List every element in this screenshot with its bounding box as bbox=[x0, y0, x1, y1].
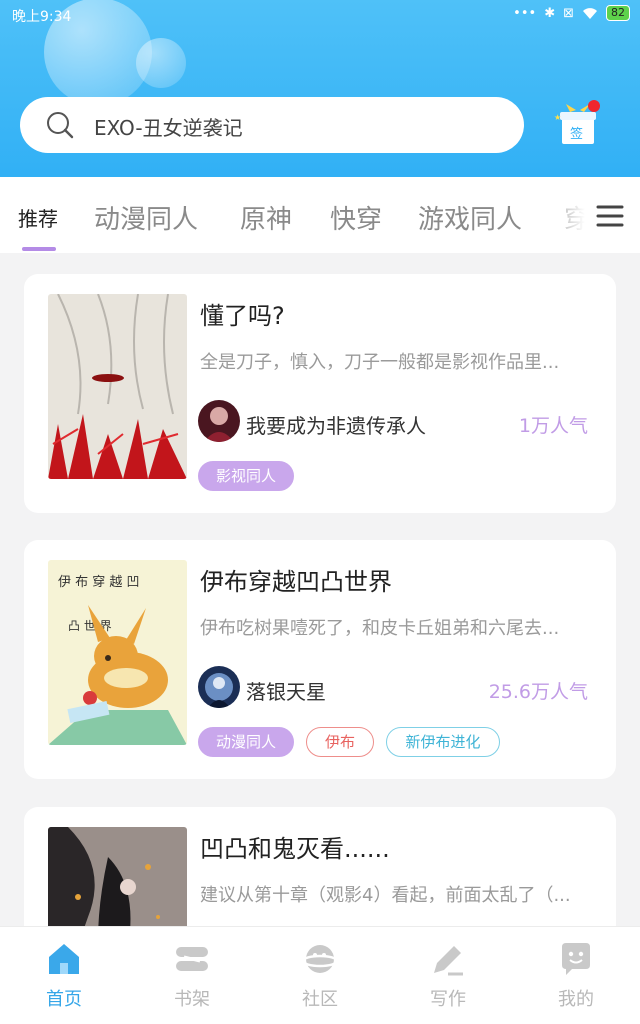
tag-chip[interactable]: 新伊布进化 bbox=[386, 727, 500, 757]
bottom-nav: 首页 书架 社区 写作 我的 bbox=[0, 926, 640, 1024]
tag-chip[interactable]: 影视同人 bbox=[198, 461, 294, 491]
pen-icon bbox=[434, 946, 463, 976]
popularity-count: 1万人气 bbox=[518, 415, 588, 437]
nav-profile[interactable]: 我的 bbox=[512, 927, 640, 1024]
bookshelf-icon bbox=[176, 947, 208, 971]
checkin-label: 签 bbox=[570, 126, 583, 142]
search-bar[interactable]: EXO-丑女逆袭记 bbox=[20, 97, 524, 153]
avatar[interactable] bbox=[198, 400, 240, 442]
book-title[interactable]: 伊布穿越凹凸世界 bbox=[200, 562, 392, 597]
book-cover[interactable]: 伊 布 穿 越 凹 凸 世 界 bbox=[48, 560, 187, 745]
author-name[interactable]: 落银天星 bbox=[246, 676, 326, 705]
nav-write[interactable]: 写作 bbox=[384, 927, 512, 1024]
tab-game-fanfic[interactable]: 游戏同人 bbox=[418, 199, 522, 236]
book-title[interactable]: 凹凸和鬼灭看...... bbox=[200, 829, 390, 864]
search-icon bbox=[47, 112, 74, 139]
category-tabs: 推荐 动漫同人 原神 快穿 游戏同人 穿越 bbox=[0, 177, 640, 253]
nav-label: 社区 bbox=[302, 989, 338, 1010]
menu-icon[interactable] bbox=[594, 201, 626, 231]
checkin-gift-button[interactable]: ★ 签 bbox=[552, 98, 604, 150]
gift-icon: ★ 签 bbox=[554, 100, 600, 144]
nav-bookshelf[interactable]: 书架 bbox=[128, 927, 256, 1024]
nav-label: 书架 bbox=[174, 989, 210, 1010]
decor-bubble bbox=[136, 38, 186, 88]
tab-genshin[interactable]: 原神 bbox=[240, 199, 292, 236]
nav-home[interactable]: 首页 bbox=[0, 927, 128, 1024]
tab-anime-fanfic[interactable]: 动漫同人 bbox=[94, 199, 198, 236]
avatar[interactable] bbox=[198, 666, 240, 708]
status-bar: 晚上9:34 ••• ✱ ⊠ 82 bbox=[0, 0, 640, 28]
planet-icon bbox=[302, 945, 338, 973]
tab-quick-transmigration[interactable]: 快穿 bbox=[330, 199, 382, 236]
book-card[interactable]: 懂了吗? 全是刀子，慎入，刀子一般都是影视作品里... 我要成为非遗传承人 1万… bbox=[24, 274, 616, 513]
battery-badge: 82 bbox=[606, 5, 630, 21]
book-description: 伊布吃树果噎死了，和皮卡丘姐弟和六尾去... bbox=[200, 618, 560, 639]
sim-icon: ⊠ bbox=[563, 5, 574, 21]
book-cover[interactable] bbox=[48, 294, 187, 479]
popularity-count: 25.6万人气 bbox=[488, 681, 588, 703]
nav-community[interactable]: 社区 bbox=[256, 927, 384, 1024]
status-icons: ••• ✱ ⊠ 82 bbox=[513, 5, 630, 21]
book-title[interactable]: 懂了吗? bbox=[200, 296, 285, 331]
tab-recommend[interactable]: 推荐 bbox=[18, 203, 58, 232]
status-time: 晚上9:34 bbox=[12, 9, 72, 25]
book-description: 建议从第十章（观影4）看起，前面太乱了（... bbox=[200, 885, 571, 906]
search-query: EXO-丑女逆袭记 bbox=[94, 116, 243, 140]
author-name[interactable]: 我要成为非遗传承人 bbox=[246, 410, 426, 439]
tag-chip[interactable]: 动漫同人 bbox=[198, 727, 294, 757]
tab-active-indicator bbox=[22, 247, 56, 251]
book-card[interactable]: 伊 布 穿 越 凹 凸 世 界 伊布穿越凹凸世界 伊布吃树果噎死了，和皮卡丘姐弟… bbox=[24, 540, 616, 779]
chat-face-icon bbox=[562, 943, 590, 975]
bluetooth-icon: ✱ bbox=[544, 5, 556, 21]
nav-label: 我的 bbox=[558, 989, 594, 1010]
nav-label: 写作 bbox=[430, 989, 466, 1010]
book-description: 全是刀子，慎入，刀子一般都是影视作品里... bbox=[200, 352, 560, 373]
wifi-icon bbox=[583, 7, 597, 19]
home-icon bbox=[49, 944, 79, 974]
cover-image bbox=[48, 294, 187, 479]
header: 晚上9:34 ••• ✱ ⊠ 82 EXO-丑女逆袭记 ★ 签 bbox=[0, 0, 640, 177]
nav-label: 首页 bbox=[46, 989, 82, 1010]
cover-image: 伊 布 穿 越 凹 凸 世 界 bbox=[48, 560, 187, 745]
tag-chip[interactable]: 伊布 bbox=[306, 727, 374, 757]
svg-text:★: ★ bbox=[554, 113, 561, 122]
dots-icon: ••• bbox=[513, 5, 537, 21]
svg-text:伊 布 穿 越 凹: 伊 布 穿 越 凹 bbox=[58, 574, 140, 590]
